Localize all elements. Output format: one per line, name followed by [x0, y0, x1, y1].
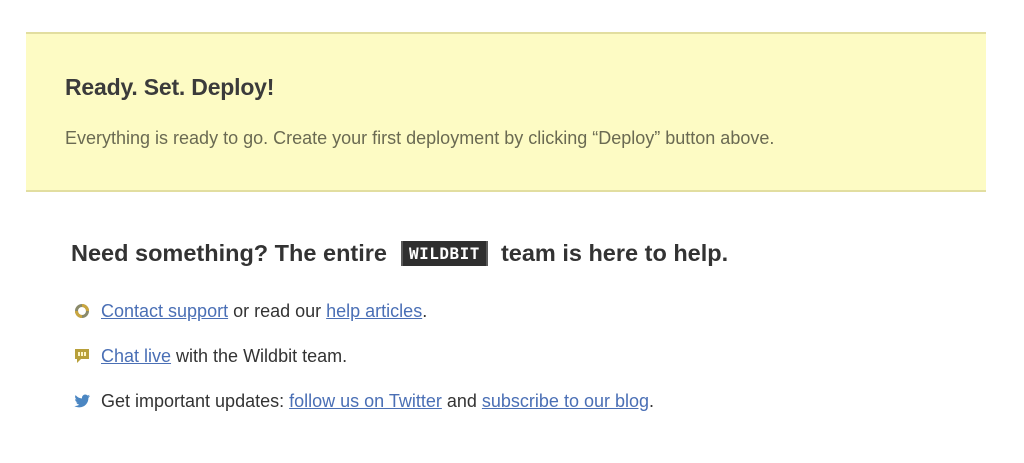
chat-bubble-icon — [75, 349, 89, 363]
wildbit-logo: WILDBIT — [401, 240, 488, 266]
help-section: Need something? The entire WILDBIT team … — [71, 236, 971, 412]
help-articles-link[interactable]: help articles — [326, 301, 422, 321]
help-item-updates: Get important updates: follow us on Twit… — [71, 386, 654, 431]
support-text-end: . — [422, 301, 428, 321]
help-heading: Need something? The entire WILDBIT team … — [71, 236, 971, 270]
updates-and-text: and — [441, 391, 482, 411]
support-ring-icon — [75, 304, 89, 318]
twitter-bird-icon — [74, 394, 90, 408]
chat-live-link[interactable]: Chat live — [101, 346, 171, 366]
help-heading-prefix: Need something? The entire — [71, 239, 387, 266]
subscribe-blog-link[interactable]: subscribe to our blog — [482, 391, 649, 411]
twitter-follow-link[interactable]: follow us on Twitter — [289, 391, 442, 411]
updates-text-end: . — [649, 391, 655, 411]
help-heading-suffix: team is here to help. — [500, 239, 729, 266]
banner-title: Ready. Set. Deploy! — [65, 74, 275, 100]
support-text: or read our — [228, 301, 327, 321]
help-links-list: Contact support or read our help article… — [71, 296, 654, 431]
banner-message: Everything is ready to go. Create your f… — [65, 128, 775, 148]
contact-support-link[interactable]: Contact support — [101, 301, 228, 321]
help-item-support: Contact support or read our help article… — [71, 296, 654, 341]
updates-text: Get important updates: — [101, 391, 290, 411]
chat-text: with the Wildbit team. — [171, 346, 348, 366]
deploy-notice-banner: Ready. Set. Deploy! Everything is ready … — [26, 32, 986, 192]
help-item-chat: Chat live with the Wildbit team. — [71, 341, 654, 386]
